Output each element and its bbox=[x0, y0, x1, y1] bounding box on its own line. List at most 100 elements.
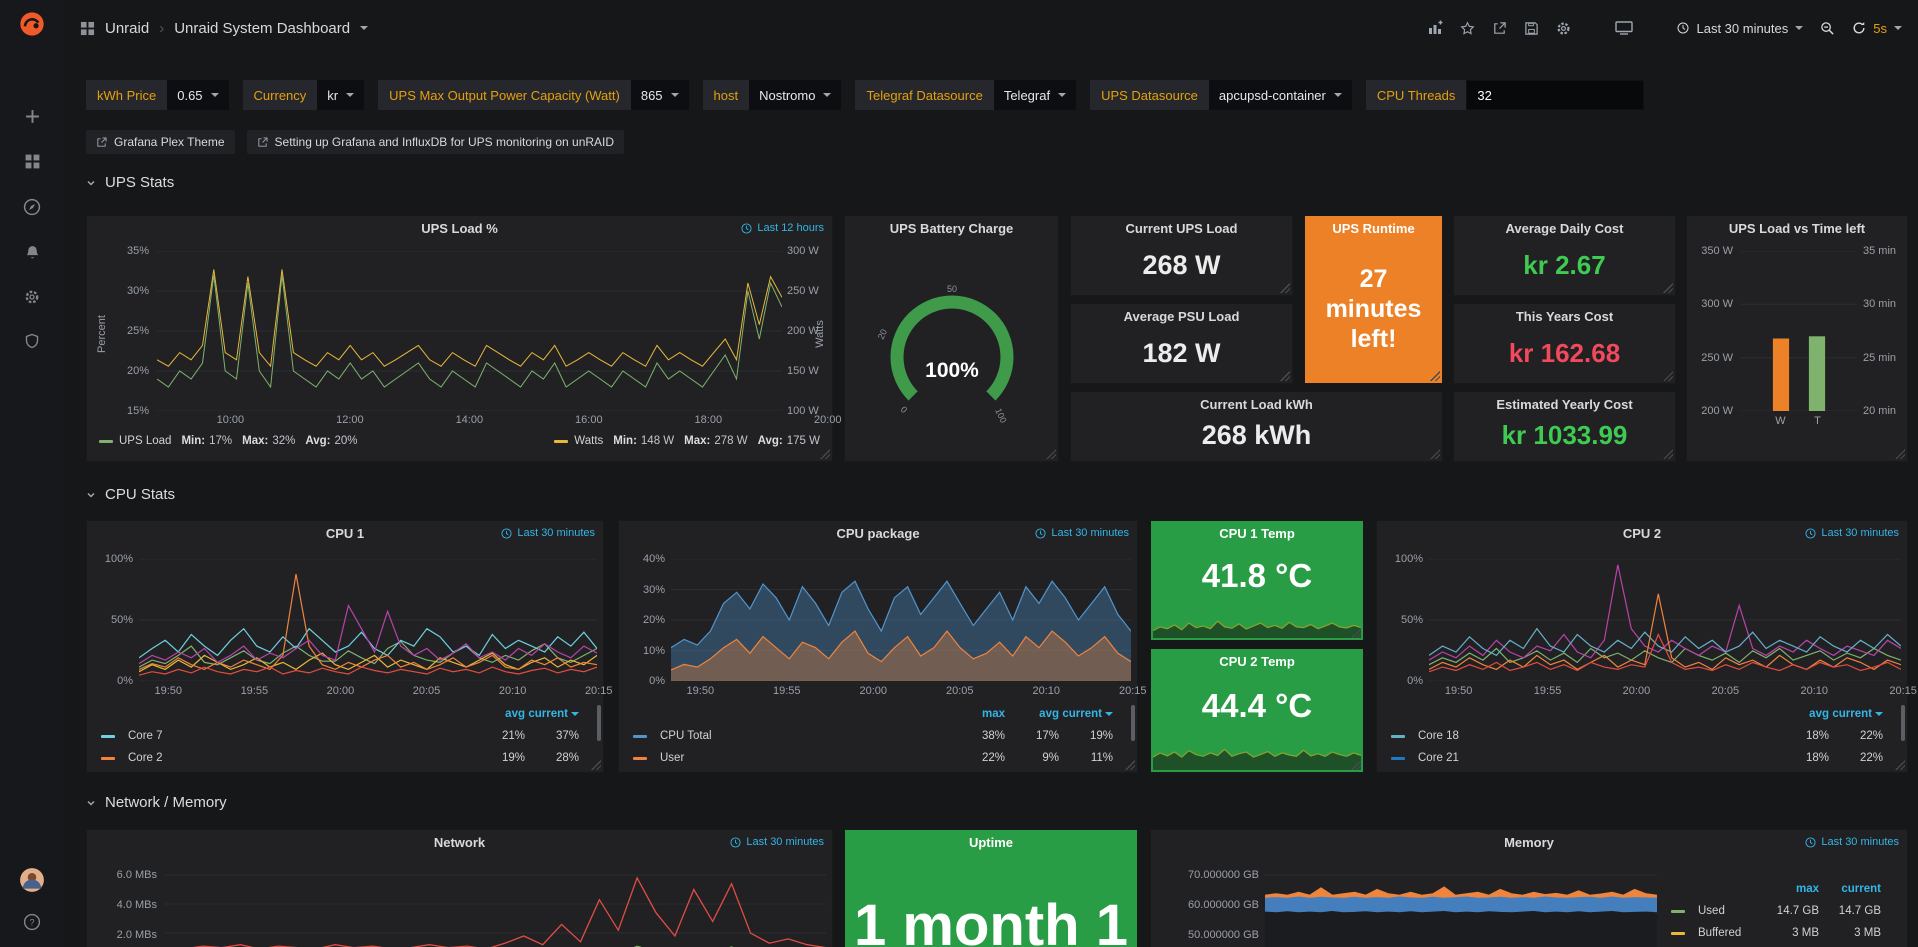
resize-handle[interactable] bbox=[1351, 760, 1361, 770]
panel-title[interactable]: This Years Cost bbox=[1454, 304, 1675, 330]
cpu-package-chart[interactable] bbox=[671, 559, 1131, 681]
panel-title[interactable]: Estimated Yearly Cost bbox=[1454, 392, 1675, 418]
legend-scrollbar[interactable] bbox=[597, 705, 601, 741]
user-avatar[interactable] bbox=[19, 867, 45, 893]
chart-legend[interactable]: avgcurrentCore 721%37%Core 219%28% bbox=[87, 703, 597, 769]
add-panel-icon[interactable] bbox=[1427, 20, 1443, 36]
resize-handle[interactable] bbox=[1351, 628, 1361, 638]
cpu-threads-input[interactable] bbox=[1466, 80, 1644, 110]
dashboards-icon[interactable] bbox=[24, 153, 41, 170]
resize-handle[interactable] bbox=[1430, 449, 1440, 459]
battery-gauge: 0 20 50 100 100% bbox=[867, 280, 1037, 435]
legend-row[interactable]: Core 721%37% bbox=[87, 725, 597, 747]
chart-legend[interactable]: avgcurrentCore 1818%22%Core 2118%22% bbox=[1377, 703, 1901, 769]
star-icon[interactable] bbox=[1460, 21, 1475, 36]
panel-timerange[interactable]: Last 12 hours bbox=[741, 222, 824, 234]
load-vs-time-bars[interactable] bbox=[1741, 251, 1857, 411]
legend-row[interactable]: Core 2118%22% bbox=[1377, 747, 1901, 769]
panel-title[interactable]: Memory bbox=[1151, 830, 1907, 856]
panel-title[interactable]: Average Daily Cost bbox=[1454, 216, 1675, 242]
panel-timerange[interactable]: Last 30 minutes bbox=[501, 527, 595, 539]
legend-header[interactable]: maxcurrent bbox=[1657, 878, 1899, 900]
panel-title[interactable]: CPU 2 Temp bbox=[1151, 649, 1363, 675]
network-chart[interactable] bbox=[165, 858, 826, 947]
legend-row[interactable]: Buffered3 MB3 MB bbox=[1657, 922, 1899, 944]
legend-scrollbar[interactable] bbox=[1901, 705, 1905, 741]
server-admin-shield-icon[interactable] bbox=[24, 333, 40, 349]
panel-title[interactable]: UPS Load vs Time left bbox=[1687, 216, 1907, 242]
legend-item[interactable]: UPS LoadMin:17%Max:32%Avg:20% bbox=[99, 435, 358, 447]
panel-cpu2: CPU 2 Last 30 minutes 100%50%0% 19:5019:… bbox=[1376, 520, 1908, 773]
resize-handle[interactable] bbox=[1046, 449, 1056, 459]
resize-handle[interactable] bbox=[820, 449, 830, 459]
cpu1-chart[interactable] bbox=[139, 559, 597, 681]
resize-handle[interactable] bbox=[1430, 371, 1440, 381]
panel-timerange[interactable]: Last 30 minutes bbox=[730, 836, 824, 848]
legend-row[interactable]: Core 219%28% bbox=[87, 747, 597, 769]
kiosk-tv-icon[interactable] bbox=[1615, 21, 1633, 35]
save-icon[interactable] bbox=[1524, 21, 1539, 36]
settings-gear-icon[interactable] bbox=[1556, 21, 1571, 36]
apps-grid-icon[interactable] bbox=[80, 21, 95, 36]
resize-handle[interactable] bbox=[1663, 371, 1673, 381]
panel-title[interactable]: Network bbox=[87, 830, 832, 856]
panel-timerange[interactable]: Last 30 minutes bbox=[1805, 527, 1899, 539]
legend-scrollbar[interactable] bbox=[1131, 705, 1135, 741]
panel-timerange[interactable]: Last 30 minutes bbox=[1035, 527, 1129, 539]
legend-item[interactable]: WattsMin:148 WMax:278 WAvg:175 W bbox=[554, 435, 820, 447]
panel-title[interactable]: Current Load kWh bbox=[1071, 392, 1442, 418]
legend-header[interactable]: avgcurrent bbox=[1377, 703, 1901, 725]
legend-row[interactable]: Core 1818%22% bbox=[1377, 725, 1901, 747]
ups-load-chart[interactable] bbox=[157, 251, 782, 411]
grafana-dashboard: ? Unraid › Unraid System Dashboard Last … bbox=[0, 0, 1918, 947]
resize-handle[interactable] bbox=[1663, 449, 1673, 459]
panel-title[interactable]: Current UPS Load bbox=[1071, 216, 1292, 242]
legend-row[interactable]: CPU Total38%17%19% bbox=[619, 725, 1131, 747]
row-header-ups-stats[interactable]: UPS Stats bbox=[86, 174, 174, 191]
sidebar: ? bbox=[0, 0, 64, 947]
panel-timerange[interactable]: Last 30 minutes bbox=[1805, 836, 1899, 848]
panel-title[interactable]: UPS Runtime bbox=[1305, 216, 1442, 242]
zoom-out-icon[interactable] bbox=[1820, 21, 1835, 36]
breadcrumb-org[interactable]: Unraid bbox=[105, 20, 149, 37]
memory-chart[interactable] bbox=[1265, 858, 1657, 947]
resize-handle[interactable] bbox=[1280, 371, 1290, 381]
y-axis: 6.0 MBs4.0 MBs2.0 MBs bbox=[95, 868, 157, 942]
panel-title[interactable]: Average PSU Load bbox=[1071, 304, 1292, 330]
explore-compass-icon[interactable] bbox=[23, 198, 41, 216]
panel-title[interactable]: CPU 1 Temp bbox=[1151, 521, 1363, 547]
refresh-interval: 5s bbox=[1873, 21, 1887, 36]
dashboard-title[interactable]: Unraid System Dashboard bbox=[174, 20, 350, 37]
panel-title[interactable]: Uptime bbox=[845, 830, 1137, 856]
resize-handle[interactable] bbox=[1663, 283, 1673, 293]
chart-legend[interactable]: maxavgcurrentCPU Total38%17%19%User22%9%… bbox=[619, 703, 1131, 769]
share-icon[interactable] bbox=[1492, 21, 1507, 36]
legend-header[interactable]: avgcurrent bbox=[87, 703, 597, 725]
panel-ups-runtime: UPS Runtime 27 minutes left! bbox=[1304, 215, 1443, 384]
resize-handle[interactable] bbox=[1895, 760, 1905, 770]
resize-handle[interactable] bbox=[591, 760, 601, 770]
configuration-gear-icon[interactable] bbox=[24, 289, 40, 305]
help-icon[interactable]: ? bbox=[23, 913, 41, 931]
row-header-network-memory[interactable]: Network / Memory bbox=[86, 794, 227, 811]
dashboard-caret-icon[interactable] bbox=[360, 26, 368, 30]
chart-legend[interactable]: UPS LoadMin:17%Max:32%Avg:20% WattsMin:14… bbox=[87, 435, 832, 447]
legend-row[interactable]: User22%9%11% bbox=[619, 747, 1131, 769]
cpu2-chart[interactable] bbox=[1429, 559, 1901, 681]
legend-header[interactable]: maxavgcurrent bbox=[619, 703, 1131, 725]
link-ups-monitoring-guide[interactable]: Setting up Grafana and InfluxDB for UPS … bbox=[247, 130, 625, 154]
resize-handle[interactable] bbox=[1895, 449, 1905, 459]
panel-title[interactable]: UPS Battery Charge bbox=[845, 216, 1058, 242]
link-grafana-plex-theme[interactable]: Grafana Plex Theme bbox=[86, 130, 235, 154]
grafana-logo-icon[interactable] bbox=[0, 10, 64, 38]
refresh-picker[interactable]: 5s bbox=[1852, 21, 1902, 36]
resize-handle[interactable] bbox=[1280, 283, 1290, 293]
row-header-cpu-stats[interactable]: CPU Stats bbox=[86, 486, 175, 503]
create-plus-icon[interactable] bbox=[24, 108, 41, 125]
alerting-bell-icon[interactable] bbox=[24, 244, 41, 261]
panel-title[interactable]: UPS Load % bbox=[87, 216, 832, 242]
resize-handle[interactable] bbox=[1125, 760, 1135, 770]
legend-row[interactable]: Used14.7 GB14.7 GB bbox=[1657, 900, 1899, 922]
time-range-picker[interactable]: Last 30 minutes bbox=[1677, 21, 1803, 36]
chart-legend[interactable]: maxcurrentUsed14.7 GB14.7 GBBuffered3 MB… bbox=[1657, 878, 1899, 944]
